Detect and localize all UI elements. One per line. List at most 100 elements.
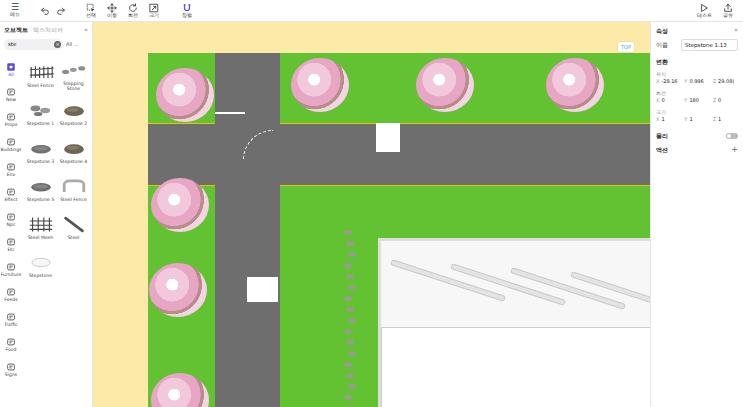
axis-label: Y (684, 97, 687, 105)
view-button[interactable]: TOP (618, 42, 634, 52)
value-field[interactable]: Y0.996 (684, 78, 709, 86)
library-item[interactable]: Stepstone 2 (57, 96, 90, 134)
crosswalk (247, 277, 278, 302)
physics-toggle[interactable] (726, 133, 738, 139)
stepping-stone (346, 307, 354, 312)
filter-dropdown[interactable]: All ... (66, 41, 88, 49)
library-item[interactable]: Steel Fence (24, 58, 57, 96)
redo-icon[interactable] (56, 6, 66, 16)
value-field[interactable]: X0 (656, 97, 681, 105)
value-field[interactable]: X1 (656, 116, 681, 124)
tool-label: 선택 (86, 13, 96, 19)
item-label: Steel Fence (60, 197, 87, 202)
category-label: Props (5, 122, 18, 127)
library-item[interactable]: Stepstone 5 (24, 172, 57, 210)
library-item[interactable]: Stepping Stone (57, 58, 90, 96)
category-item[interactable]: Signs (0, 358, 22, 383)
category-label: Env (7, 172, 16, 177)
bar-icon (60, 216, 88, 233)
item-label: Stepstone 1 (27, 121, 55, 126)
category-item[interactable]: Furniture (0, 258, 22, 283)
cherry-tree (149, 263, 207, 317)
tool-button[interactable]: 회전 (124, 3, 142, 19)
transform-label: 회전 (656, 90, 738, 97)
scene-viewport[interactable]: TOP (93, 22, 650, 407)
category-item[interactable]: New (0, 83, 22, 108)
library-item[interactable]: Stepstone 4 (57, 134, 90, 172)
axis-label: Y (684, 116, 687, 124)
undo-icon[interactable] (40, 6, 50, 16)
share-button[interactable]: 공유 (719, 3, 737, 19)
library-tab[interactable]: 텍스처피커 (33, 26, 63, 34)
road-edge (280, 185, 650, 186)
stepping-stone (346, 406, 354, 407)
value-field[interactable]: Y1 (684, 116, 709, 124)
stepping-stone (344, 263, 352, 268)
stepping-stone (346, 274, 354, 279)
wall (381, 327, 650, 407)
value-field[interactable]: X-28.16 (656, 78, 681, 86)
category-icon (6, 337, 16, 347)
category-label: Npc (7, 222, 16, 227)
axis-value: 0 (661, 97, 664, 105)
tool-button[interactable]: 정렬 (178, 3, 196, 19)
stepping-stone (344, 329, 352, 334)
category-item[interactable]: Effect (0, 183, 22, 208)
category-label: Furniture (1, 272, 22, 277)
category-item[interactable]: Props (0, 108, 22, 133)
value-field[interactable]: Z1 (713, 116, 738, 124)
clear-button[interactable]: × (54, 41, 61, 48)
tool-label: 회전 (128, 13, 138, 19)
select-icon (86, 3, 96, 13)
name-field[interactable]: Stepstone 1.13 (681, 39, 738, 51)
stones-icon (60, 62, 88, 79)
category-item[interactable]: All (0, 58, 22, 83)
collapse-button[interactable]: » (734, 27, 738, 34)
collapse-button[interactable]: « (84, 27, 88, 34)
axis-value: 0.996 (689, 78, 703, 86)
stepping-stone (344, 395, 352, 400)
category-item[interactable]: Etc (0, 233, 22, 258)
library-item[interactable]: Steel (57, 210, 90, 248)
category-item[interactable]: Feeds (0, 283, 22, 308)
add-button[interactable]: + (731, 146, 738, 154)
category-item[interactable]: Npc (0, 208, 22, 233)
value-field[interactable]: Z29.08( (713, 78, 738, 86)
name-row: 이름Stepstone 1.13 (656, 39, 738, 51)
menu-button[interactable]: ☰메뉴 (6, 3, 24, 18)
tool-button[interactable]: 크기 (145, 3, 163, 19)
properties-header: 속성» (656, 26, 738, 35)
category-label: Buildings (0, 147, 21, 152)
toolbar: ☰메뉴선택 이동 회전 크기 정렬 테스트 공유 (0, 0, 743, 22)
axis-label: Y (684, 78, 687, 86)
tool-button[interactable]: 선택 (82, 3, 100, 19)
category-icon (6, 137, 16, 147)
value-field[interactable]: Y180 (684, 97, 709, 105)
value-field[interactable]: Z0 (713, 97, 738, 105)
action-row: 액션+ (656, 146, 738, 154)
flat-icon (27, 178, 55, 195)
axis-label: X (656, 97, 659, 105)
stepping-stone (346, 340, 354, 345)
cherry-tree (151, 178, 209, 232)
category-item[interactable]: Food (0, 333, 22, 358)
axis-label: Z (713, 116, 716, 124)
library-item[interactable]: Steel Mesh (24, 210, 57, 248)
category-icon (6, 237, 16, 247)
library-item[interactable]: Steel Fence (57, 172, 90, 210)
library-item[interactable]: Stepstone 3 (24, 134, 57, 172)
tool-button[interactable]: 이동 (103, 3, 121, 19)
library-item[interactable]: Stepstone (24, 248, 57, 286)
search-field[interactable]: ste× (4, 39, 63, 49)
library-tab[interactable]: 오브젝트 (4, 26, 28, 34)
tool-label: 이동 (107, 13, 117, 19)
stonegroup-icon (27, 102, 55, 119)
category-item[interactable]: Buildings (0, 133, 22, 158)
axis-value: 29.08( (718, 78, 734, 86)
play-button[interactable]: 테스트 (695, 3, 713, 19)
rock-icon (60, 102, 88, 119)
library-item[interactable]: Stepstone 1 (24, 96, 57, 134)
transform-group: 회전X0Y180Z0 (656, 90, 738, 105)
category-item[interactable]: Env (0, 158, 22, 183)
category-item[interactable]: Traffic (0, 308, 22, 333)
